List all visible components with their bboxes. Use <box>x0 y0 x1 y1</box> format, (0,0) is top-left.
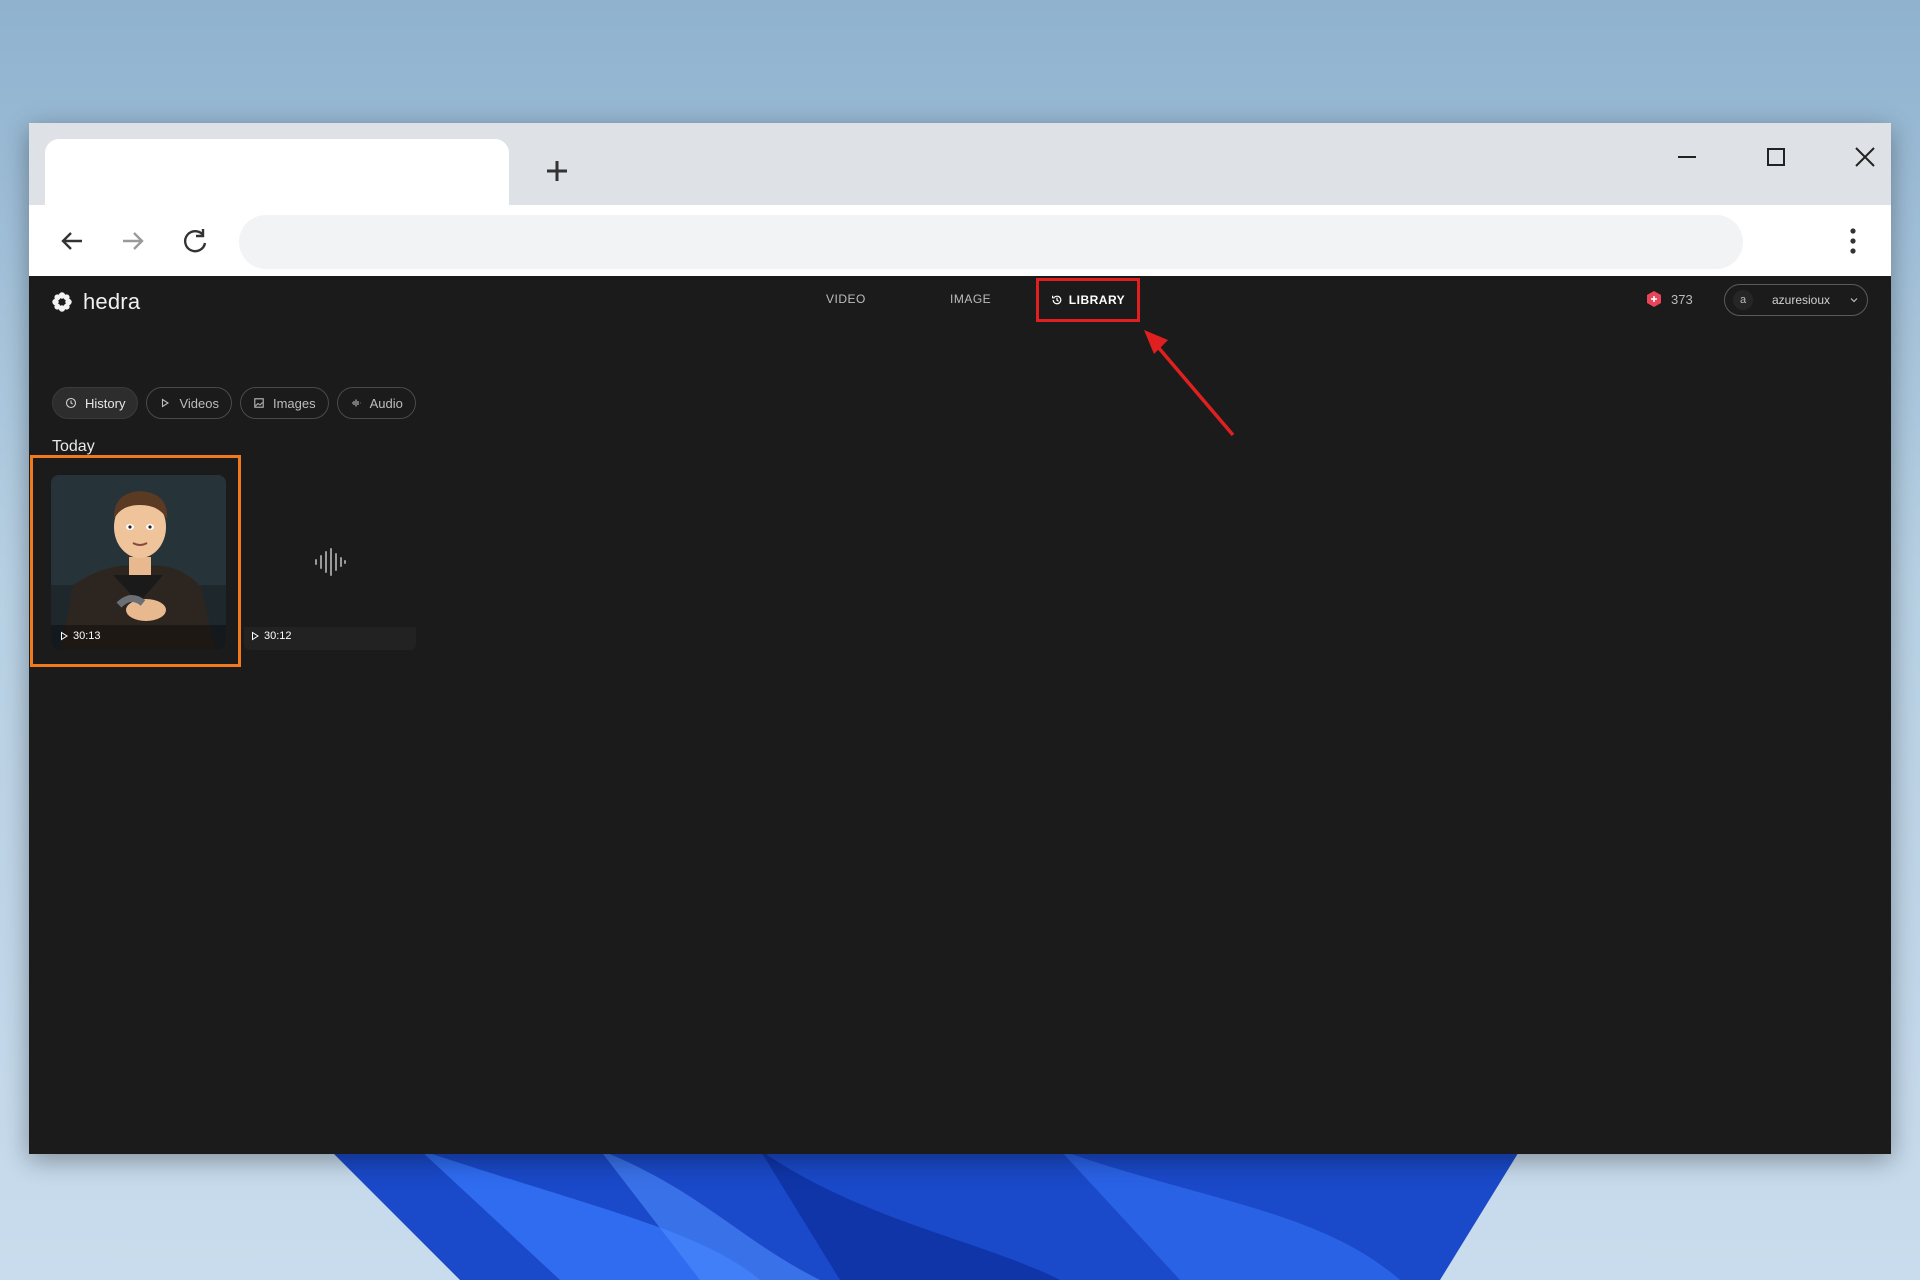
annotation-arrow <box>1144 330 1235 437</box>
minimize-icon <box>1678 156 1696 158</box>
audio-waveform-icon <box>315 548 346 576</box>
forward-button[interactable] <box>113 221 153 261</box>
clock-icon <box>65 397 77 409</box>
filter-audio-label: Audio <box>369 395 403 411</box>
brand-name: hedra <box>83 289 141 314</box>
browser-window: hedra VIDEO IMAGE LIBRARY 373 a azuresio… <box>29 123 1891 1154</box>
tab-strip <box>29 123 1891 205</box>
brand[interactable]: hedra <box>51 288 140 316</box>
video-duration-text: 30:13 <box>73 630 101 642</box>
section-label-today: Today <box>52 438 95 455</box>
play-icon <box>162 398 170 408</box>
play-icon <box>61 631 68 641</box>
nav-image[interactable]: IMAGE <box>950 292 991 306</box>
video-duration: 30:13 <box>59 630 101 642</box>
library-item-audio[interactable]: 30:12 <box>244 475 416 650</box>
image-icon <box>254 398 264 408</box>
filter-images-label: Images <box>272 395 316 411</box>
maximize-icon <box>1767 148 1785 166</box>
audio-duration: 30:12 <box>250 630 292 642</box>
back-button[interactable] <box>52 221 92 261</box>
filter-images[interactable]: Images <box>239 387 329 419</box>
more-vertical-icon <box>1850 228 1856 254</box>
history-icon <box>1051 295 1062 305</box>
audio-duration-text: 30:12 <box>264 630 292 642</box>
avatar: a <box>1733 290 1753 310</box>
filter-videos[interactable]: Videos <box>146 387 232 419</box>
desktop-wallpaper <box>0 1150 1920 1280</box>
filter-history-label: History <box>85 395 126 411</box>
plus-icon <box>547 161 567 181</box>
nav-library-label: LIBRARY <box>1068 293 1126 307</box>
arrow-right-icon <box>123 232 144 250</box>
credits-value: 373 <box>1671 291 1693 307</box>
browser-menu-button[interactable] <box>1847 223 1859 259</box>
browser-toolbar <box>29 205 1891 276</box>
hedra-app: hedra VIDEO IMAGE LIBRARY 373 a azuresio… <box>29 276 1891 1154</box>
new-tab-button[interactable] <box>537 151 577 191</box>
close-icon <box>1855 147 1875 167</box>
nav-video[interactable]: VIDEO <box>826 292 866 306</box>
hexagon-credit-icon <box>1647 291 1661 307</box>
minimize-button[interactable] <box>1667 137 1707 177</box>
address-bar[interactable] <box>239 215 1743 269</box>
video-thumbnail <box>51 475 226 650</box>
browser-tab[interactable] <box>45 139 509 205</box>
username: azuresioux <box>1771 293 1831 307</box>
filter-videos-label: Videos <box>179 395 219 411</box>
nav-library[interactable]: LIBRARY <box>1036 278 1140 322</box>
filter-history[interactable]: History <box>52 387 139 419</box>
reload-icon <box>184 229 207 253</box>
library-item-video[interactable]: 30:13 <box>51 475 226 650</box>
filter-audio[interactable]: Audio <box>336 387 416 419</box>
audio-icon <box>351 399 361 407</box>
library-filters: History Videos Images Audio <box>52 387 416 419</box>
account-menu[interactable]: a azuresioux <box>1724 284 1868 316</box>
chevron-down-icon <box>1850 298 1858 303</box>
flower-logo-icon <box>52 292 72 312</box>
play-icon <box>252 631 259 641</box>
maximize-button[interactable] <box>1756 137 1796 177</box>
credits-counter[interactable]: 373 <box>1645 290 1693 308</box>
arrow-left-icon <box>61 232 82 250</box>
close-window-button[interactable] <box>1845 137 1885 177</box>
reload-button[interactable] <box>175 221 215 261</box>
